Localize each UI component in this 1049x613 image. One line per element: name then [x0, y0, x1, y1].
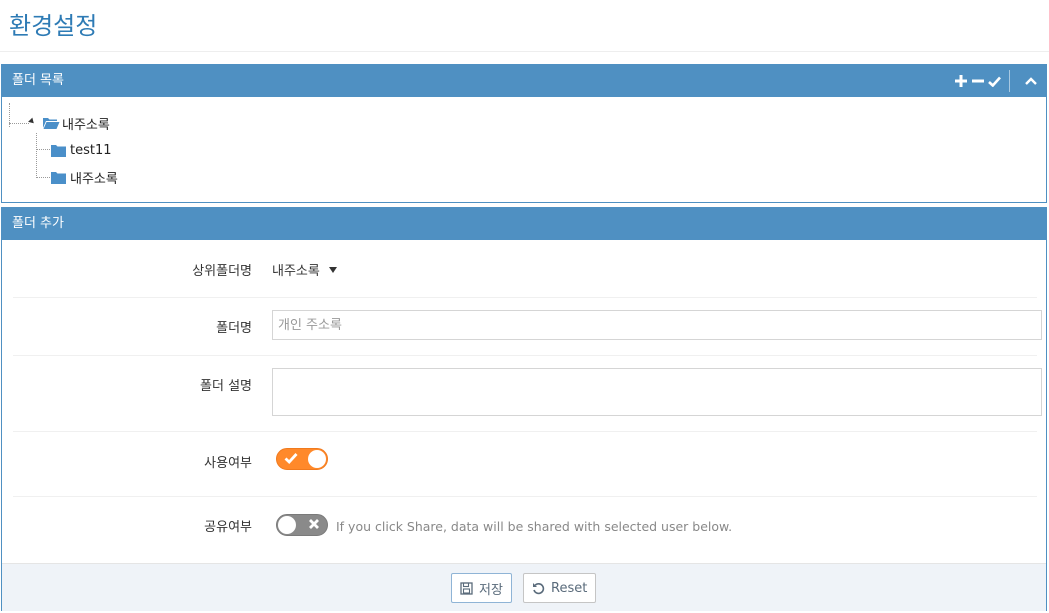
- share-row: 공유여부 If you click Share, data will be sh…: [13, 497, 1037, 563]
- reset-button[interactable]: Reset: [523, 573, 597, 603]
- tree-node-root[interactable]: 내주소록: [42, 113, 110, 133]
- confirm-folder-button[interactable]: [986, 65, 1003, 97]
- folder-open-icon: [43, 118, 60, 129]
- title-divider: [0, 51, 1049, 52]
- plus-icon: [954, 75, 967, 87]
- folder-list-toolbar: [952, 65, 1046, 97]
- tree-line: [36, 133, 37, 178]
- folder-desc-textarea[interactable]: [272, 368, 1042, 416]
- add-folder-button[interactable]: [952, 65, 969, 97]
- folder-name-input[interactable]: [272, 310, 1042, 340]
- use-label: 사용여부: [204, 456, 252, 471]
- folder-name-row: 폴더명: [13, 298, 1042, 356]
- share-toggle[interactable]: [276, 514, 328, 536]
- parent-folder-row: 상위폴더명 내주소록: [13, 241, 1037, 298]
- tree-node-label: test11: [70, 142, 112, 158]
- folder-add-panel: 폴더 추가 상위폴더명 내주소록 폴더명 폴더 설명 사용여부 공유여부: [1, 207, 1047, 611]
- folder-desc-row: 폴더 설명: [13, 356, 1042, 432]
- tree-node-child[interactable]: 내주소록: [51, 167, 118, 187]
- undo-icon: [532, 582, 545, 595]
- remove-folder-button[interactable]: [969, 65, 986, 97]
- page-title: 환경설정: [9, 12, 98, 40]
- tree-node-label: 내주소록: [62, 117, 110, 133]
- toggle-knob: [278, 516, 296, 534]
- save-icon: [460, 581, 473, 595]
- folder-add-header: 폴더 추가: [2, 208, 1046, 240]
- folder-list-panel: 폴더 목록 내주소록 test11 내주소록: [1, 64, 1047, 203]
- folder-icon: [51, 171, 66, 184]
- tree-line: [9, 123, 29, 124]
- minus-icon: [971, 79, 984, 83]
- caret-down-icon: [328, 266, 337, 273]
- toggle-knob: [308, 450, 326, 468]
- tree-line: [36, 149, 50, 150]
- folder-list-title: 폴더 목록: [12, 73, 64, 88]
- form-actions: 저장 Reset: [2, 563, 1046, 611]
- share-hint: If you click Share, data will be shared …: [336, 519, 733, 534]
- tree-line: [36, 177, 50, 178]
- parent-folder-label: 상위폴더명: [192, 264, 252, 279]
- toolbar-divider: [1009, 70, 1010, 92]
- chevron-up-icon: [1025, 77, 1037, 85]
- parent-folder-select[interactable]: 내주소록: [272, 260, 337, 279]
- check-icon: [284, 453, 298, 464]
- folder-desc-label: 폴더 설명: [200, 379, 252, 394]
- use-row: 사용여부: [13, 432, 1037, 497]
- folder-icon: [51, 144, 66, 157]
- share-label: 공유여부: [204, 520, 252, 535]
- folder-list-header: 폴더 목록: [2, 65, 1046, 97]
- parent-folder-value: 내주소록: [272, 264, 320, 279]
- collapse-panel-button[interactable]: [1016, 65, 1046, 97]
- tree-node-child[interactable]: test11: [51, 140, 112, 160]
- expand-toggle-icon[interactable]: [28, 117, 36, 126]
- folder-add-title: 폴더 추가: [12, 216, 64, 231]
- tree-node-label: 내주소록: [70, 171, 118, 187]
- folder-name-label: 폴더명: [216, 321, 252, 336]
- save-label: 저장: [479, 582, 503, 598]
- save-button[interactable]: 저장: [451, 573, 512, 603]
- use-toggle[interactable]: [276, 448, 328, 470]
- close-icon: [309, 519, 319, 529]
- reset-label: Reset: [551, 580, 588, 596]
- check-icon: [988, 76, 1001, 87]
- folder-tree: 내주소록 test11 내주소록: [2, 97, 1046, 202]
